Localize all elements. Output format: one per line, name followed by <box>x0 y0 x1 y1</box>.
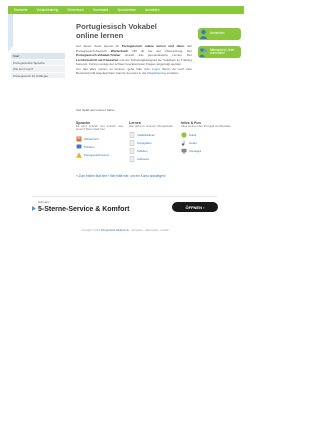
link-songs[interactable]: Lieder <box>181 139 237 147</box>
main-nav: Startseite Vokabeltraining Wörterbuch Gr… <box>8 6 244 14</box>
decorative-tab <box>8 14 13 52</box>
monitor-icon <box>181 149 187 154</box>
intro-bold: Portugiesisch online lernen und üben. <box>121 44 185 48</box>
link-conjugation[interactable]: Konjugation <box>129 139 177 147</box>
link-label: Lektionen <box>137 157 150 162</box>
speech-icon <box>76 144 82 149</box>
sidebar-item-beginners[interactable]: Portugiesisch für Anfänger <box>11 72 65 79</box>
join-button-line2: anmelden! <box>210 51 225 55</box>
ad-open-button[interactable]: ÖFFNEN › <box>172 202 218 212</box>
register-button-label: Anmelden <box>210 31 225 36</box>
users-icon <box>199 48 208 57</box>
footer-site-link[interactable]: Portugiesisch-Vokabeln.de <box>101 229 129 232</box>
column-text: Alles andere über Portugal und Brasilien… <box>181 124 232 128</box>
intro-part: erstellen. <box>165 71 180 75</box>
document-icon <box>129 148 135 155</box>
nav-item-travel[interactable]: Sprachreisen <box>117 8 136 12</box>
link-label: Lieder <box>189 141 197 146</box>
link-label: Sonstiges <box>189 149 202 154</box>
join-button[interactable]: Mitmachen! Jetzt anmelden! <box>198 46 241 58</box>
intro-bold: Wörterbuch <box>110 48 129 53</box>
column-text: Es wird schnell und einfach sein, lernen… <box>76 124 124 132</box>
user-icon <box>199 29 208 39</box>
advertisement-banner[interactable]: Hörmann 5-Sterne-Service & Komfort ÖFFNE… <box>32 196 218 218</box>
footer-copyright: Copyright © 2013 <box>81 229 101 232</box>
nav-item-vocab[interactable]: Vokabeltraining <box>36 8 58 12</box>
intro-text: Auf dieser Seite kannst du Portugiesisch… <box>76 44 192 76</box>
warning-icon <box>76 151 82 158</box>
link-label: Phrasen <box>84 144 95 149</box>
link-tables[interactable]: Tabellen <box>129 147 177 155</box>
music-icon <box>181 140 185 146</box>
link-label: Tabellen <box>137 149 148 154</box>
intro-part: hilft dir bei der Übersetzung. Der <box>128 48 192 53</box>
signup-tagline-link[interactable]: » Zum ersten Mal hier? Hier bitte hier, … <box>76 174 165 178</box>
footer: Copyright © 2013 Portugiesisch-Vokabeln.… <box>0 229 250 232</box>
intro-part: Auf dieser Seite kannst du <box>76 44 122 48</box>
top-navigation-bar: Startseite Vokabeltraining Wörterbuch Gr… <box>8 6 244 14</box>
column-language: Sprache Es wird schnell und einfach sein… <box>76 121 124 159</box>
globe-icon <box>181 132 187 138</box>
nav-item-login[interactable]: Anmelden <box>145 8 159 12</box>
document-icon <box>129 140 135 147</box>
link-lessons[interactable]: Lektionen <box>129 155 177 163</box>
link-misc[interactable]: Sonstiges <box>181 147 237 155</box>
link-culture[interactable]: Kultur <box>181 131 237 139</box>
registration-link[interactable]: Registrierung <box>147 71 165 75</box>
page-title-line2: online lernen <box>76 31 124 40</box>
link-learn[interactable]: Portugiesisch lernen <box>76 151 124 159</box>
link-label: Portugiesisch lernen <box>84 152 110 157</box>
join-button-label: Mitmachen! Jetzt anmelden! <box>210 48 234 56</box>
link-label: Wörterbuch <box>84 136 99 141</box>
page-title: Portugiesisch Vokabel online lernen <box>76 22 157 40</box>
intro-part: Um das alles nutzen zu können, gehe bitt… <box>76 66 152 71</box>
nav-item-grammar[interactable]: Grammatik <box>93 8 109 12</box>
greeting-text: Viel Spaß auf unserer Seite! <box>76 108 115 112</box>
document-icon <box>129 132 135 139</box>
ad-sponsor: Hörmann <box>38 200 50 204</box>
link-label: Kultur <box>189 133 197 138</box>
intro-part: erlaubt das personalisierte Lernen. Der <box>120 53 192 57</box>
register-button[interactable]: Anmelden <box>198 28 241 40</box>
nav-item-dictionary[interactable]: Wörterbuch <box>67 8 83 12</box>
ad-headline: 5-Sterne-Service & Komfort <box>38 206 130 213</box>
footer-links: · Impressum · Datenschutz · Kontakt <box>129 229 169 232</box>
column-learn: Lernen Hier gibt's zu unseren Übungsteil… <box>129 121 177 163</box>
intro-bold: Portugiesisch-Vokabel-Trainer <box>76 53 121 57</box>
page-title-line1: Portugiesisch Vokabel <box>76 22 157 31</box>
link-label: Konjugation <box>137 141 152 146</box>
intro-bold: Lernfortschritt wird bewertet <box>76 57 119 62</box>
column-text: Hier gibt's zu unseren Übungsteilen. <box>129 124 174 128</box>
column-info: Infos & Fun Alles andere über Portugal u… <box>181 121 237 155</box>
link-trainer[interactable]: Vokabeltrainer <box>129 131 177 139</box>
document-icon <box>129 156 135 163</box>
nav-item-start[interactable]: Startseite <box>14 8 27 12</box>
link-label: Vokabeltrainer <box>137 133 155 138</box>
sidebar: Start Portugiesische Sprache Wie lernt m… <box>11 53 65 79</box>
link-dictionary[interactable]: Wörterbuch <box>76 135 124 143</box>
link-phrases[interactable]: Phrasen <box>76 143 124 151</box>
book-icon <box>76 136 82 142</box>
ad-choices-icon <box>32 206 36 211</box>
